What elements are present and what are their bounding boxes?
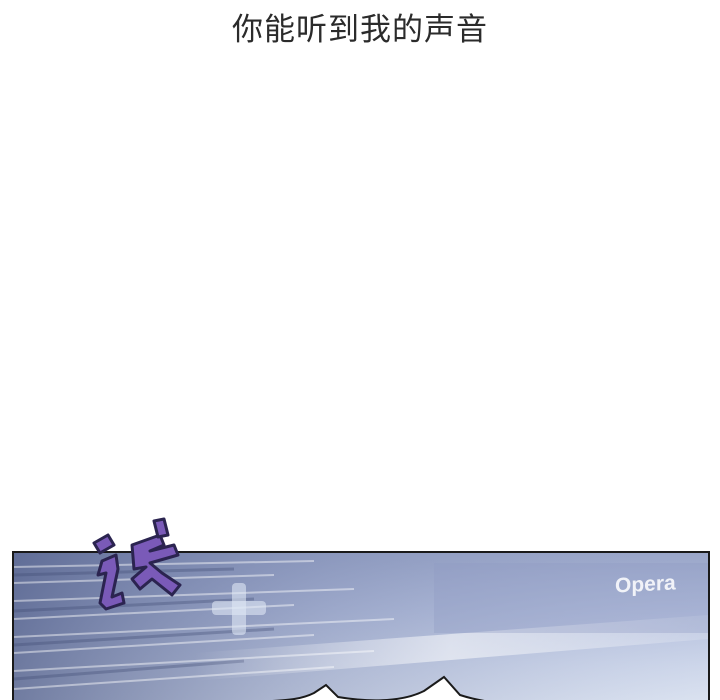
dizzy-sfx-glyph-icon [92, 517, 182, 611]
comic-page: 你能听到我的声音 Opera [0, 0, 720, 700]
caption-text: 你能听到我的声音 [232, 12, 488, 48]
screen-label: Opera [615, 571, 676, 598]
